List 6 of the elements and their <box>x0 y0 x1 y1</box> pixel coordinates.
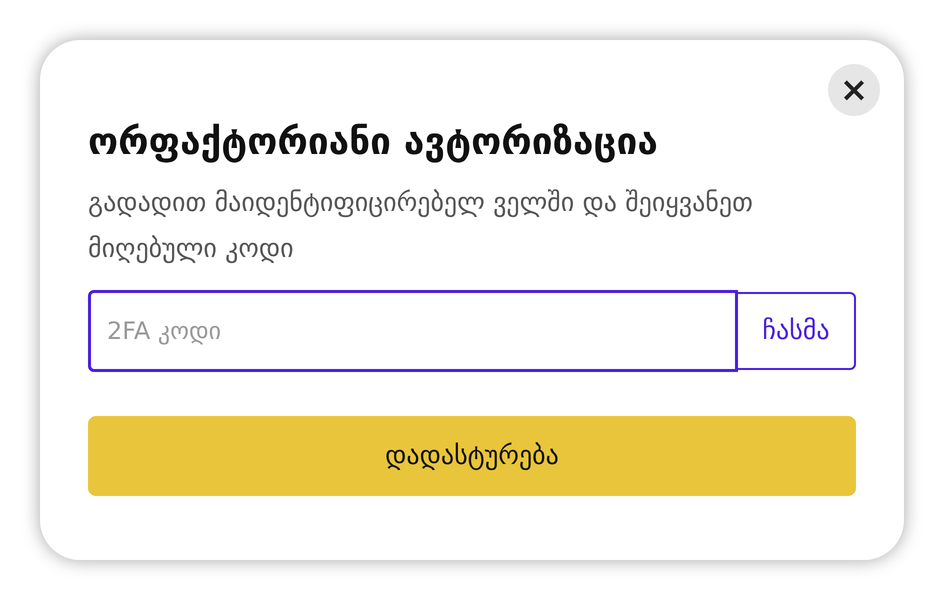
confirm-button[interactable]: დადასტურება <box>88 416 856 496</box>
code-input-field[interactable]: 2FA კოდი <box>88 290 738 372</box>
paste-button[interactable]: ჩასმა <box>738 292 856 370</box>
dialog-title: ორფაქტორიანი ავტორიზაცია <box>88 119 659 165</box>
dialog-description: გადადით მაიდენტიფიცირებელ ველში და შეიყვანეთ მიღებული კოდი <box>88 187 754 266</box>
close-button[interactable]: × <box>828 64 880 116</box>
